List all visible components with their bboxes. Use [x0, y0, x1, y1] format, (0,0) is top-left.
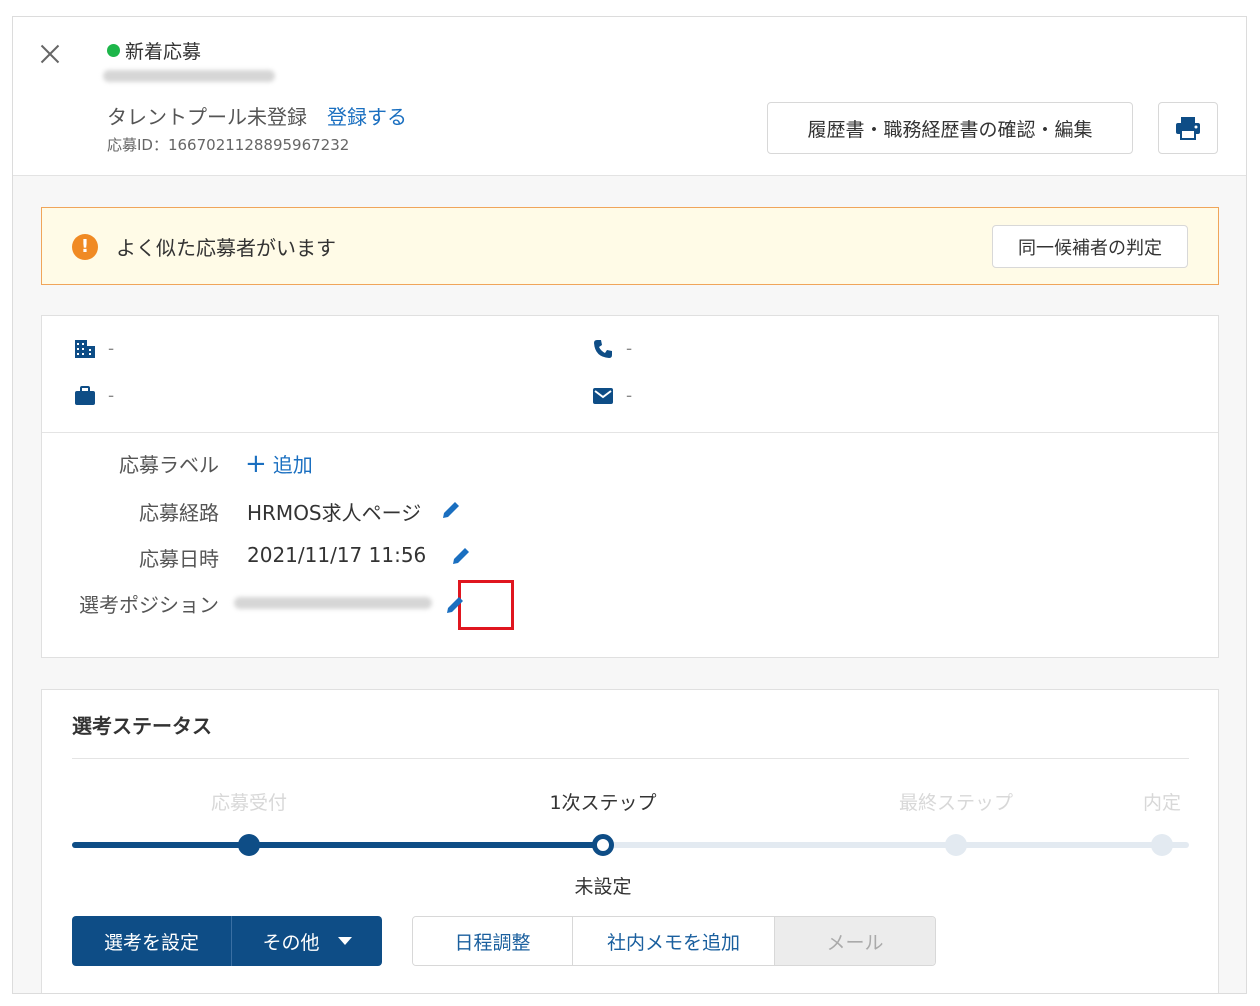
selection-position-redacted [234, 597, 432, 609]
info-divider [42, 432, 1218, 433]
add-label-button[interactable]: + 追加 [245, 449, 313, 478]
phone-row: - [592, 338, 632, 360]
step-node-first[interactable] [592, 834, 614, 856]
application-date-value: 2021/11/17 11:56 [247, 543, 427, 567]
selection-status-card: 選考ステータス 応募受付 1次ステップ 最終ステップ 内定 未設定 選考を設定 … [41, 689, 1219, 993]
step-label-first: 1次ステップ [549, 792, 657, 814]
add-memo-button[interactable]: 社内メモを追加 [573, 917, 775, 965]
phone-value: - [626, 339, 633, 359]
resume-edit-button[interactable]: 履歴書・職務経歴書の確認・編集 [767, 102, 1133, 154]
talent-pool-line: タレントプール未登録 登録する [107, 101, 407, 130]
talent-pool-status: タレントプール未登録 [107, 105, 307, 129]
applicant-name-redacted [103, 70, 275, 82]
application-id: 応募ID：1667021128895967232 [107, 136, 350, 154]
close-icon[interactable] [35, 39, 65, 69]
current-step-status: 未設定 [574, 876, 632, 898]
action-button-group: 日程調整 社内メモを追加 メール [412, 916, 936, 966]
chevron-down-icon [337, 937, 352, 945]
application-detail-panel: 新着応募 タレントプール未登録 登録する 応募ID：16670211288959… [12, 16, 1247, 994]
company-row: - [74, 338, 114, 360]
step-label-offer: 内定 [1142, 792, 1182, 814]
company-value: - [108, 339, 115, 359]
application-route-value: HRMOS求人ページ [247, 501, 422, 525]
briefcase-icon [74, 385, 96, 407]
edit-position-pencil-icon[interactable] [444, 594, 466, 616]
print-button[interactable] [1158, 102, 1218, 154]
alert-message: よく似た応募者がいます [116, 236, 336, 260]
other-label: その他 [262, 931, 320, 954]
add-label-text: 追加 [272, 453, 313, 477]
mail-button: メール [775, 917, 935, 965]
step-node-offer[interactable] [1151, 834, 1173, 856]
status-text: 新着応募 [125, 41, 202, 63]
applicant-info-card: - - - - 応募ラベル + 追加 応募経路 HRMOS求人ページ 応募日時 … [41, 315, 1219, 658]
application-date-label: 応募日時 [139, 547, 219, 571]
plus-icon: + [245, 448, 267, 479]
other-dropdown-button[interactable]: その他 [232, 916, 382, 966]
schedule-button[interactable]: 日程調整 [413, 917, 573, 965]
same-candidate-judge-button[interactable]: 同一候補者の判定 [992, 225, 1188, 268]
phone-icon [592, 338, 614, 360]
edit-date-pencil-icon[interactable] [450, 545, 472, 567]
step-node-received[interactable] [238, 834, 260, 856]
application-route-label: 応募経路 [139, 501, 219, 525]
step-label-final: 最終ステップ [898, 792, 1014, 814]
status-line: 新着応募 [107, 37, 201, 64]
warning-icon: ! [72, 234, 98, 260]
header: 新着応募 タレントプール未登録 登録する 応募ID：16670211288959… [13, 17, 1246, 176]
similar-applicant-alert: ! よく似た応募者がいます 同一候補者の判定 [41, 207, 1219, 285]
step-node-final[interactable] [945, 834, 967, 856]
building-icon [74, 338, 96, 360]
edit-route-pencil-icon[interactable] [440, 499, 462, 521]
set-selection-button[interactable]: 選考を設定 [72, 916, 232, 966]
progress-track-fill [72, 842, 602, 848]
new-status-dot [107, 44, 120, 57]
job-value: - [108, 386, 115, 406]
mail-icon [592, 385, 614, 407]
step-label-received: 応募受付 [210, 792, 288, 814]
email-value: - [626, 386, 633, 406]
print-icon [1176, 117, 1200, 140]
highlight-box [458, 580, 514, 630]
email-row: - [592, 385, 632, 407]
selection-position-label: 選考ポジション [79, 593, 219, 617]
application-label-label: 応募ラベル [119, 453, 219, 477]
selection-status-title: 選考ステータス [72, 714, 212, 738]
status-divider [72, 758, 1189, 759]
job-row: - [74, 385, 114, 407]
register-link[interactable]: 登録する [327, 101, 407, 130]
selection-button-group: 選考を設定 その他 [72, 916, 382, 966]
